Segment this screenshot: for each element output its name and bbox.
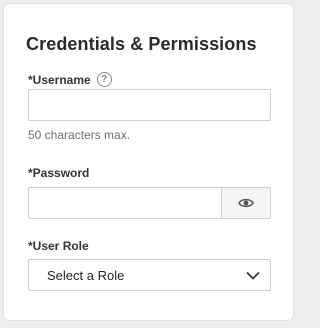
credentials-card: Credentials & Permissions *Username ? 50… [3,3,294,321]
username-label-row: *Username ? [28,72,112,87]
role-label: *User Role [28,239,89,253]
username-hint: 50 characters max. [28,128,131,142]
eye-icon [238,198,254,208]
username-label: *Username [28,72,91,87]
password-label: *Password [28,166,90,180]
password-field [28,187,271,219]
section-title: Credentials & Permissions [26,34,257,54]
show-password-button[interactable] [221,188,270,218]
password-input[interactable] [29,188,221,218]
question-circle-icon[interactable]: ? [96,72,112,87]
chevron-down-icon [246,271,260,280]
username-input[interactable] [28,89,271,121]
role-select-value: Select a Role [47,267,125,283]
role-select[interactable]: Select a Role [28,259,271,291]
